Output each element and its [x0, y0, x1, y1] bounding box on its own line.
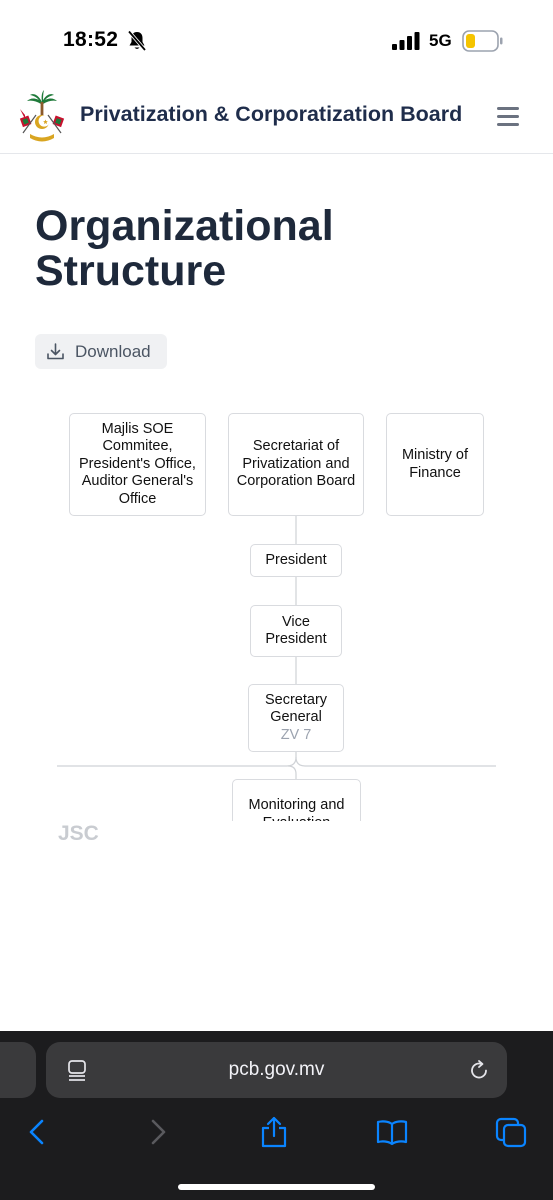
network-type: 5G [429, 31, 452, 50]
page-title: Organizational Structure [35, 202, 334, 295]
hamburger-menu-button[interactable] [494, 104, 522, 130]
battery-icon [462, 30, 503, 52]
secretary-general-grade: ZV 7 [280, 726, 312, 743]
download-label: Download [75, 342, 151, 361]
watermark-text: JSC [58, 822, 99, 844]
org-node-secretary-general: Secretary General ZV 7 [248, 684, 344, 752]
hamburger-icon-line [497, 123, 519, 126]
status-bar: 18:52 5G [0, 0, 553, 80]
org-node-monitoring-evaluation: Monitoring and Evaluation [232, 779, 361, 821]
previous-tab-preview[interactable] [0, 1042, 36, 1098]
hamburger-icon [497, 107, 519, 110]
status-time: 18:52 [63, 28, 119, 51]
org-node-ministry-of-finance: Ministry of Finance [386, 413, 484, 516]
hamburger-icon-line [497, 115, 519, 118]
browser-toolbar: pcb.gov.mv [0, 1031, 553, 1200]
back-icon[interactable] [21, 1116, 55, 1148]
bookmarks-icon[interactable] [375, 1116, 409, 1148]
org-node-oversight: Majlis SOE Commitee, President's Office,… [69, 413, 206, 516]
forward-icon[interactable] [140, 1116, 174, 1148]
download-icon [47, 343, 64, 360]
home-indicator[interactable] [178, 1184, 375, 1190]
tabs-icon[interactable] [494, 1116, 528, 1148]
cellular-signal-icon [392, 32, 420, 50]
share-icon[interactable] [257, 1116, 291, 1148]
jsc-watermark-logo: JSC [58, 822, 99, 844]
maldives-emblem-logo[interactable] [18, 89, 66, 145]
address-bar-url: pcb.gov.mv [228, 1059, 325, 1080]
org-chart: Majlis SOE Commitee, President's Office,… [0, 400, 553, 821]
org-node-secretariat: Secretariat of Privatization and Corpora… [228, 413, 364, 516]
address-bar[interactable]: pcb.gov.mv [46, 1042, 507, 1098]
bell-slash-icon [127, 30, 147, 52]
org-node-president: President [250, 544, 342, 577]
site-header: Privatization & Corporatization Board [0, 80, 553, 154]
site-title[interactable]: Privatization & Corporatization Board [80, 102, 462, 127]
reload-icon[interactable] [467, 1058, 491, 1082]
org-node-vice-president: Vice President [250, 605, 342, 657]
download-button[interactable]: Download [35, 334, 167, 369]
secretary-general-title: Secretary General [264, 691, 328, 726]
